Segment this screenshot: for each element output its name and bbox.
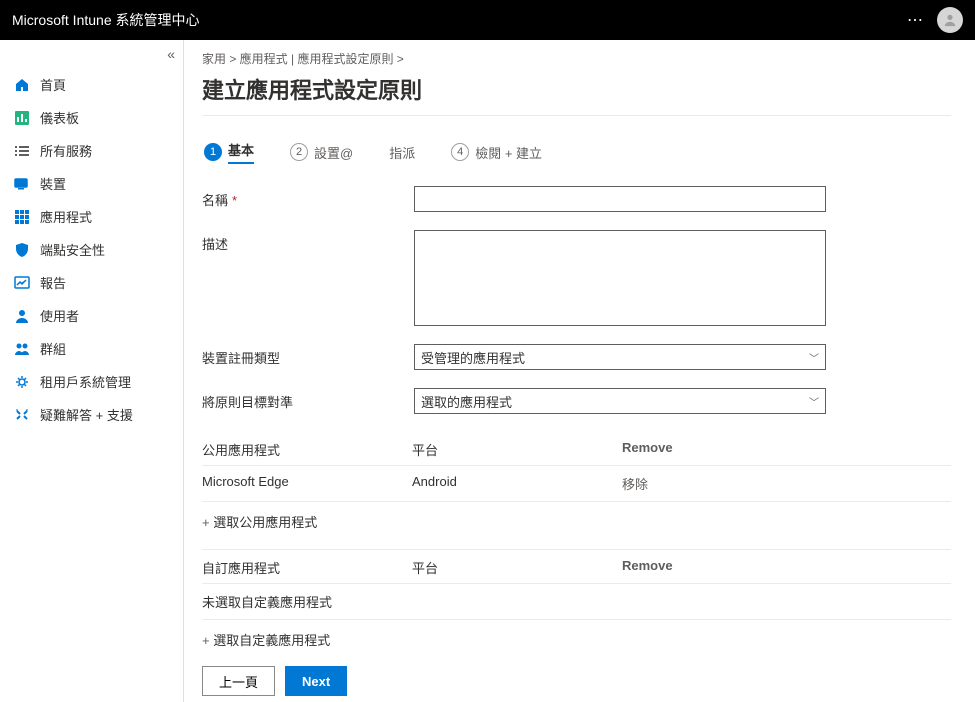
previous-button[interactable]: 上一頁 <box>202 666 275 696</box>
sidebar-label: 端點安全性 <box>40 240 105 259</box>
home-icon <box>14 77 30 93</box>
column-header-remove: Remove <box>622 558 792 577</box>
sidebar-label: 儀表板 <box>40 108 79 127</box>
cell-platform: Android <box>412 474 622 493</box>
step-label: 基本 <box>228 140 254 164</box>
empty-text: 未選取自定義應用程式 <box>202 592 412 611</box>
more-icon[interactable]: ⋯ <box>907 10 925 30</box>
sidebar-item-services[interactable]: 所有服務 <box>0 134 183 167</box>
sidebar-item-support[interactable]: 疑難解答 + 支援 <box>0 398 183 431</box>
sidebar-item-users[interactable]: 使用者 <box>0 299 183 332</box>
public-apps-header: 公用應用程式 平台 Remove <box>202 432 951 466</box>
sidebar-label: 所有服務 <box>40 141 92 160</box>
column-header-app: 公用應用程式 <box>202 440 412 459</box>
collapse-icon[interactable]: « <box>167 46 175 62</box>
step-label: 檢閱 + 建立 <box>475 143 542 162</box>
sidebar-label: 租用戶系統管理 <box>40 372 131 391</box>
select-custom-apps-link[interactable]: 選取自定義應用程式 <box>202 620 330 659</box>
chevron-down-icon: ﹀ <box>809 350 819 365</box>
select-value: 選取的應用程式 <box>421 392 512 411</box>
sidebar-item-home[interactable]: 首頁 <box>0 68 183 101</box>
target-label: 將原則目標對準 <box>202 388 414 411</box>
sidebar-item-apps[interactable]: 應用程式 <box>0 200 183 233</box>
breadcrumb[interactable]: 家用 > 應用程式 | 應用程式設定原則 > <box>202 50 951 67</box>
sidebar-item-groups[interactable]: 群組 <box>0 332 183 365</box>
apps-icon <box>14 209 30 225</box>
sidebar-label: 群組 <box>40 339 66 358</box>
footer-buttons: 上一頁 Next <box>202 666 951 702</box>
sidebar-item-tenant[interactable]: 租用戶系統管理 <box>0 365 183 398</box>
sidebar-item-devices[interactable]: 裝置 <box>0 167 183 200</box>
sidebar-label: 報告 <box>40 273 66 292</box>
sidebar-item-endpoint-security[interactable]: 端點安全性 <box>0 233 183 266</box>
sidebar-label: 首頁 <box>40 75 66 94</box>
description-label: 描述 <box>202 230 414 253</box>
support-icon <box>14 407 30 423</box>
sidebar-item-dashboard[interactable]: 儀表板 <box>0 101 183 134</box>
enrollment-type-label: 裝置註冊類型 <box>202 344 414 367</box>
step-settings[interactable]: 2 設置@ <box>290 143 353 162</box>
group-icon <box>14 341 30 357</box>
shield-icon <box>14 242 30 258</box>
custom-apps-header: 自訂應用程式 平台 Remove <box>202 549 951 584</box>
step-number: 1 <box>204 143 222 161</box>
name-label: 名稱* <box>202 186 414 209</box>
step-label: 設置@ <box>314 143 353 162</box>
user-icon <box>14 308 30 324</box>
sidebar-label: 疑難解答 + 支援 <box>40 405 133 424</box>
tenant-icon <box>14 374 30 390</box>
target-select[interactable]: 選取的應用程式 ﹀ <box>414 388 826 414</box>
sidebar-item-reports[interactable]: 報告 <box>0 266 183 299</box>
dashboard-icon <box>14 110 30 126</box>
step-review[interactable]: 4 檢閱 + 建立 <box>451 143 542 162</box>
app-title: Microsoft Intune 系統管理中心 <box>12 10 200 30</box>
sidebar-label: 應用程式 <box>40 207 92 226</box>
step-label: 指派 <box>389 143 415 162</box>
wizard-steps: 1 基本 2 設置@ 指派 4 檢閱 + 建立 <box>202 140 951 164</box>
step-number: 4 <box>451 143 469 161</box>
step-assign[interactable]: 指派 <box>389 143 415 162</box>
empty-row: 未選取自定義應用程式 <box>202 584 951 620</box>
select-public-apps-link[interactable]: 選取公用應用程式 <box>202 502 317 541</box>
chevron-down-icon: ﹀ <box>809 394 819 409</box>
column-header-platform: 平台 <box>412 558 622 577</box>
column-header-app: 自訂應用程式 <box>202 558 412 577</box>
list-icon <box>14 143 30 159</box>
report-icon <box>14 275 30 291</box>
description-input[interactable] <box>414 230 826 326</box>
avatar[interactable] <box>937 7 963 33</box>
next-button[interactable]: Next <box>285 666 347 696</box>
step-basic[interactable]: 1 基本 <box>204 140 254 164</box>
sidebar-label: 使用者 <box>40 306 79 325</box>
select-value: 受管理的應用程式 <box>421 348 525 367</box>
main-content: 家用 > 應用程式 | 應用程式設定原則 > 建立應用程式設定原則 1 基本 2… <box>184 40 975 702</box>
header: Microsoft Intune 系統管理中心 ⋯ <box>0 0 975 40</box>
sidebar-label: 裝置 <box>40 174 66 193</box>
step-number: 2 <box>290 143 308 161</box>
column-header-platform: 平台 <box>412 440 622 459</box>
devices-icon <box>14 176 30 192</box>
column-header-remove: Remove <box>622 440 792 459</box>
sidebar: « 首頁 儀表板 所有服務 裝置 應用程式 端點安全性 報告 <box>0 40 184 702</box>
name-input[interactable] <box>414 186 826 212</box>
page-title: 建立應用程式設定原則 <box>202 73 951 116</box>
cell-app: Microsoft Edge <box>202 474 412 493</box>
enrollment-type-select[interactable]: 受管理的應用程式 ﹀ <box>414 344 826 370</box>
table-row: Microsoft Edge Android 移除 <box>202 466 951 502</box>
remove-link[interactable]: 移除 <box>622 474 792 493</box>
